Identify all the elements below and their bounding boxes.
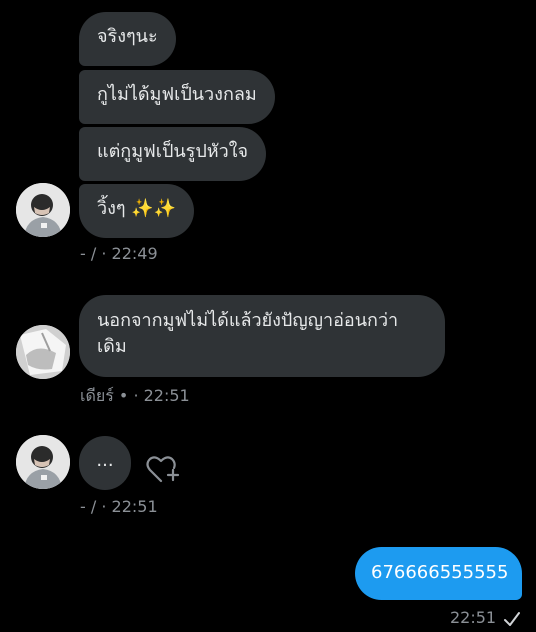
- message-text: จริงๆนะ: [97, 26, 158, 47]
- add-reaction-heart-icon[interactable]: [144, 452, 180, 488]
- message-text: กูไม่ได้มูฟเป็นวงกลม: [97, 84, 257, 105]
- sent-message-bubble[interactable]: 676666555555: [355, 547, 522, 600]
- message-bubble[interactable]: นอกจากมูฟไม่ได้แล้วยังปัญญาอ่อนกว่าเดิม: [79, 295, 445, 377]
- message-bubble[interactable]: จริงๆนะ: [79, 12, 176, 66]
- message-bubble[interactable]: กูไม่ได้มูฟเป็นวงกลม: [79, 70, 275, 124]
- message-text: แต่กูมูฟเป็นรูปหัวใจ: [97, 141, 249, 162]
- profile-photo: [16, 183, 70, 237]
- message-text: ...: [96, 450, 114, 471]
- message-text: วิ้งๆ ✨✨: [97, 198, 177, 219]
- profile-photo: [16, 435, 70, 489]
- sent-time: 22:51: [450, 608, 497, 627]
- message-meta: เดียร์ • · 22:51: [80, 386, 190, 405]
- message-text: นอกจากมูฟไม่ได้แล้วยังปัญญาอ่อนกว่าเดิม: [97, 310, 399, 357]
- check-icon: [503, 610, 521, 628]
- profile-photo: [16, 325, 70, 379]
- sender-avatar[interactable]: [16, 325, 70, 379]
- message-meta: - / · 22:51: [80, 497, 158, 516]
- message-bubble[interactable]: แต่กูมูฟเป็นรูปหัวใจ: [79, 127, 267, 181]
- sender-avatar[interactable]: [16, 183, 70, 237]
- message-bubble[interactable]: วิ้งๆ ✨✨: [79, 184, 195, 238]
- sender-avatar[interactable]: [16, 435, 70, 489]
- message-bubble[interactable]: ...: [79, 436, 131, 490]
- message-meta: - / · 22:49: [80, 244, 158, 263]
- message-text: 676666555555: [371, 562, 509, 583]
- dm-conversation: จริงๆนะ กูไม่ได้มูฟเป็นวงกลม แต่กูมูฟเป็…: [0, 0, 536, 632]
